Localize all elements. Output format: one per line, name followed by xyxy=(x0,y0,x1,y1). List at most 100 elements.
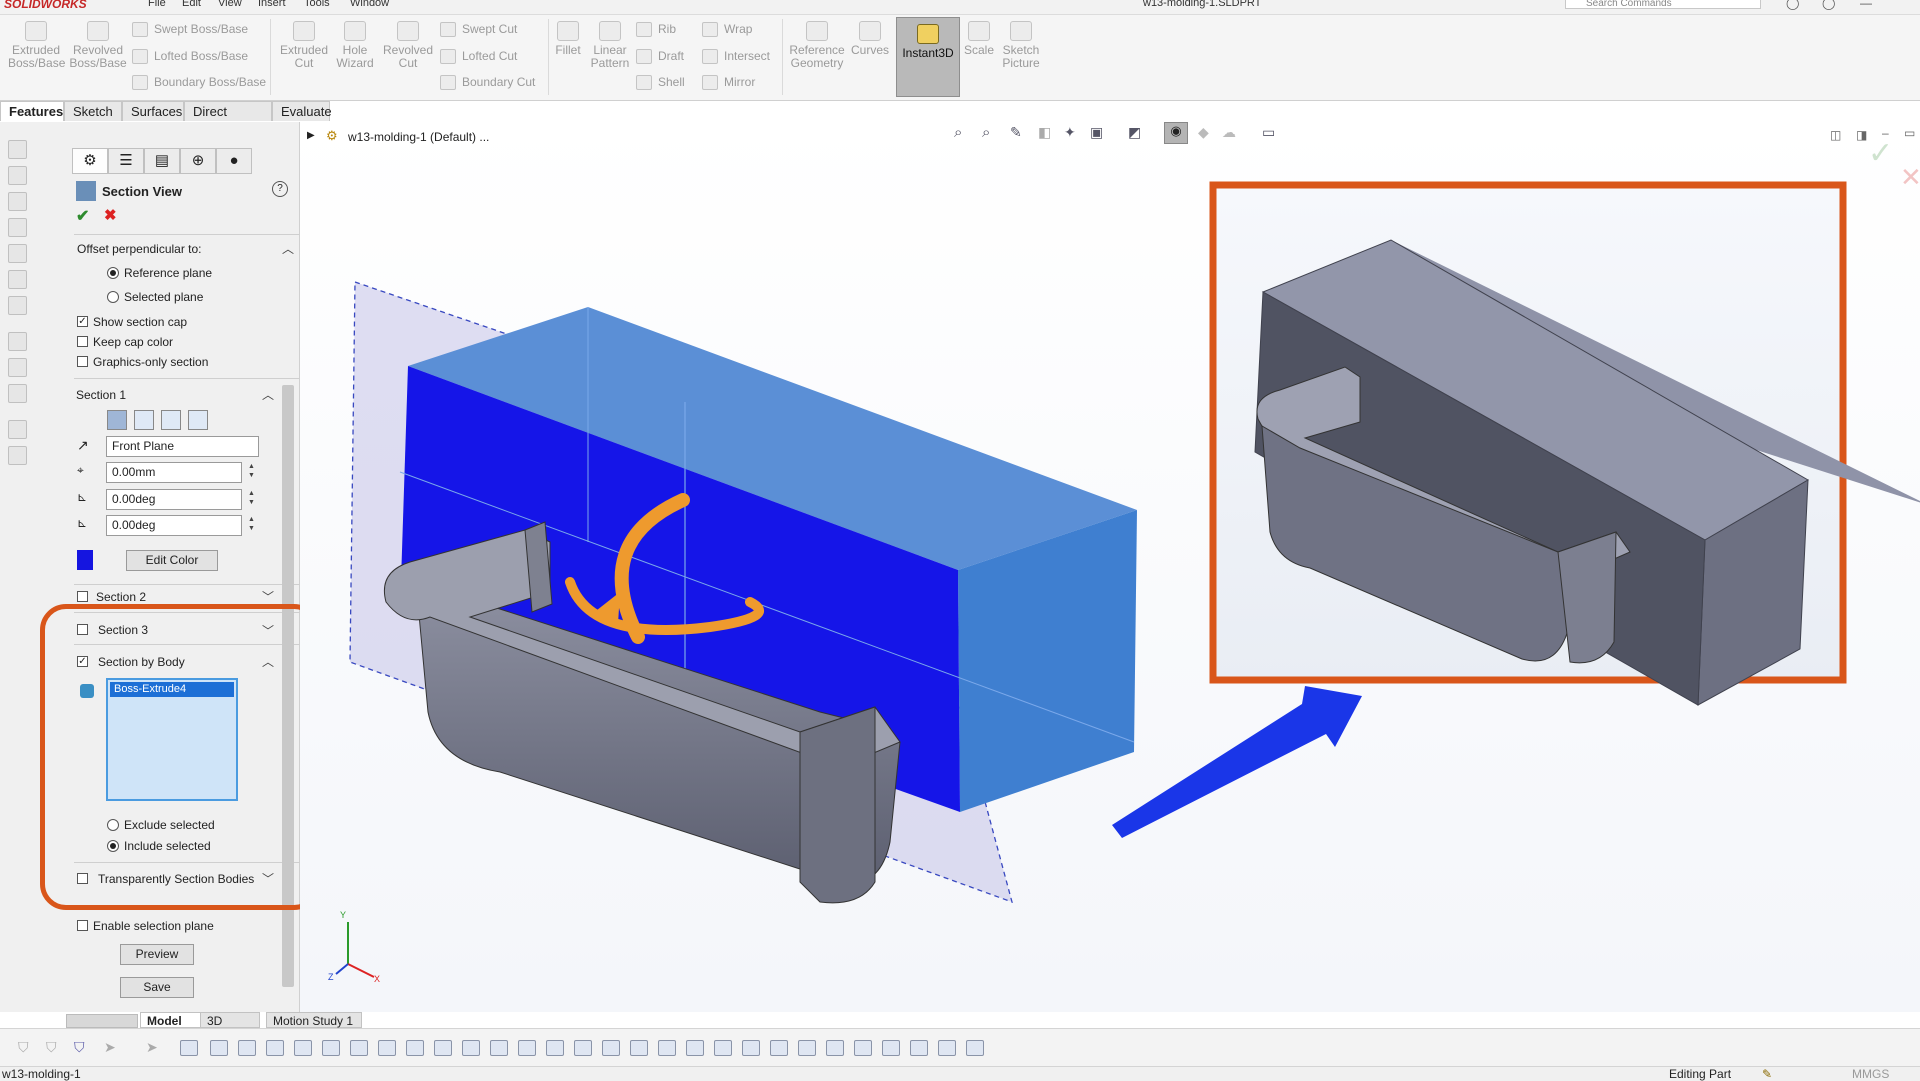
collapse-chevron-icon[interactable]: ︿ xyxy=(282,240,294,257)
section-plane-icon[interactable] xyxy=(188,410,208,430)
filter-centerlines-icon[interactable] xyxy=(490,1040,508,1056)
hole-wizard-button[interactable]: Hole Wizard xyxy=(332,21,378,70)
filter-centermarks-icon[interactable] xyxy=(462,1040,480,1056)
filter-surfaces-icon[interactable] xyxy=(266,1040,284,1056)
swept-cut-button[interactable]: Swept Cut xyxy=(440,22,517,38)
scale-button[interactable]: Scale xyxy=(962,21,996,57)
filter-surface-finish-icon[interactable] xyxy=(546,1040,564,1056)
tool-icon[interactable] xyxy=(8,332,27,351)
rib-button[interactable]: Rib xyxy=(636,22,676,38)
collapse-chevron-icon[interactable]: ︿ xyxy=(262,386,274,403)
preview-button[interactable]: Preview xyxy=(120,944,194,965)
filter-mid-faces-icon[interactable] xyxy=(854,1040,872,1056)
tool-icon[interactable] xyxy=(8,192,27,211)
lofted-cut-button[interactable]: Lofted Cut xyxy=(440,49,517,65)
edit-color-button[interactable]: Edit Color xyxy=(126,550,218,571)
tab-direct-editing[interactable]: Direct Editing xyxy=(184,101,272,139)
wrap-button[interactable]: Wrap xyxy=(702,22,752,38)
sketch-picture-button[interactable]: Sketch Picture xyxy=(1000,21,1042,70)
filter-notes-icon[interactable] xyxy=(602,1040,620,1056)
filter-sketch-segments-icon[interactable] xyxy=(406,1040,424,1056)
linear-pattern-button[interactable]: Linear Pattern xyxy=(588,21,632,70)
mirror-button[interactable]: Mirror xyxy=(702,75,755,91)
section-plane-icon[interactable] xyxy=(161,410,181,430)
tool-icon[interactable] xyxy=(8,140,27,159)
save-button[interactable]: Save xyxy=(120,977,194,998)
intersect-button[interactable]: Intersect xyxy=(702,49,770,65)
offset-spinner[interactable]: ▲ ▼ xyxy=(248,462,256,480)
ok-button[interactable]: ✔ xyxy=(76,206,89,226)
menu-insert[interactable]: Insert xyxy=(258,0,286,9)
tab-scroll-arrows[interactable] xyxy=(66,1014,138,1028)
cancel-button[interactable]: ✖ xyxy=(104,206,117,224)
filter-icon[interactable]: ⛉ xyxy=(46,1039,57,1056)
filter-welds-icon[interactable] xyxy=(882,1040,900,1056)
help-icon[interactable]: ? xyxy=(272,181,288,197)
reverse-direction-icon[interactable]: ↗ xyxy=(77,437,89,454)
filter-datum-targets-icon[interactable] xyxy=(686,1040,704,1056)
filter-planes-icon[interactable] xyxy=(350,1040,368,1056)
rebuild-icon[interactable]: ✎ xyxy=(1762,1067,1772,1081)
section-plane-icon[interactable] xyxy=(107,410,127,430)
revolved-cut-button[interactable]: Revolved Cut xyxy=(380,21,436,70)
boundary-boss-button[interactable]: Boundary Boss/Base xyxy=(132,75,266,91)
x-rotation-spinner[interactable]: ▲ ▼ xyxy=(248,489,256,507)
minimize-icon[interactable]: — xyxy=(1860,0,1872,10)
extruded-boss-button[interactable]: Extruded Boss/Base xyxy=(8,21,65,70)
filter-geometric-tolerance-icon[interactable] xyxy=(574,1040,592,1056)
section2-checkbox[interactable] xyxy=(77,591,88,602)
fillet-button[interactable]: Fillet xyxy=(552,21,584,57)
reference-plane-radio[interactable] xyxy=(107,267,119,279)
filter-cosmetic-threads-icon[interactable] xyxy=(714,1040,732,1056)
filter-routing-points-icon[interactable] xyxy=(826,1040,844,1056)
tool-icon[interactable] xyxy=(8,244,27,263)
lofted-boss-button[interactable]: Lofted Boss/Base xyxy=(132,49,248,65)
show-section-cap-checkbox[interactable]: ✓ xyxy=(77,316,88,327)
menu-window[interactable]: Window xyxy=(350,0,389,9)
tool-icon[interactable] xyxy=(8,420,27,439)
search-commands-input[interactable]: Search Commands xyxy=(1565,0,1761,9)
selected-plane-radio[interactable] xyxy=(107,291,119,303)
tool-icon[interactable] xyxy=(8,384,27,403)
filter-connection-points-icon[interactable] xyxy=(798,1040,816,1056)
filter-edges-icon[interactable] xyxy=(210,1040,228,1056)
graphics-area[interactable]: ▶ ⚙ w13-molding-1 (Default) ... ⌕ ⌕ ✎ ◧ … xyxy=(300,122,1920,1012)
filter-tables-icon[interactable] xyxy=(966,1040,984,1056)
filter-sketch-points-icon[interactable] xyxy=(378,1040,396,1056)
tab-sketch[interactable]: Sketch xyxy=(64,101,122,121)
filter-axes-icon[interactable] xyxy=(322,1040,340,1056)
filter-icon[interactable]: ⛉ xyxy=(18,1039,29,1056)
filter-dimensions-icon[interactable] xyxy=(518,1040,536,1056)
filter-vertices-icon[interactable] xyxy=(180,1040,198,1056)
boundary-cut-button[interactable]: Boundary Cut xyxy=(440,75,535,91)
tab-features[interactable]: Features xyxy=(0,101,64,121)
extruded-cut-button[interactable]: Extruded Cut xyxy=(276,21,332,70)
tool-icon[interactable] xyxy=(8,446,27,465)
swept-boss-button[interactable]: Swept Boss/Base xyxy=(132,22,248,38)
dimxpert-tab[interactable]: ⊕ xyxy=(180,148,216,174)
menu-file[interactable]: File xyxy=(148,0,166,9)
filter-weld-symbol-icon[interactable] xyxy=(658,1040,676,1056)
filter-blocks-icon[interactable] xyxy=(742,1040,760,1056)
y-rotation-field[interactable]: 0.00deg xyxy=(106,515,242,536)
status-units[interactable]: MMGS xyxy=(1852,1067,1889,1081)
tool-icon[interactable] xyxy=(8,270,27,289)
curves-button[interactable]: Curves xyxy=(850,21,890,57)
x-rotation-field[interactable]: 0.00deg xyxy=(106,489,242,510)
help-icon[interactable]: ◯ xyxy=(1822,0,1835,10)
tab-motion-study[interactable]: Motion Study 1 xyxy=(266,1012,362,1028)
keep-cap-color-checkbox[interactable] xyxy=(77,336,88,347)
menu-tools[interactable]: Tools xyxy=(304,0,330,9)
feature-tree-tab[interactable]: ⚙ xyxy=(72,148,108,174)
tab-3d-views[interactable]: 3D Views xyxy=(200,1012,260,1044)
offset-distance-field[interactable]: 0.00mm xyxy=(106,462,242,483)
section-plane-icon[interactable] xyxy=(134,410,154,430)
filter-hole-table-icon[interactable] xyxy=(910,1040,928,1056)
filter-icon[interactable]: ⛉ xyxy=(74,1039,85,1056)
revolved-boss-button[interactable]: Revolved Boss/Base xyxy=(68,21,128,70)
shell-button[interactable]: Shell xyxy=(636,75,685,91)
enable-selection-plane-checkbox[interactable] xyxy=(77,920,88,931)
menu-view[interactable]: View xyxy=(218,0,242,9)
instant3d-button[interactable]: Instant3D xyxy=(896,17,960,97)
draft-button[interactable]: Draft xyxy=(636,49,684,65)
